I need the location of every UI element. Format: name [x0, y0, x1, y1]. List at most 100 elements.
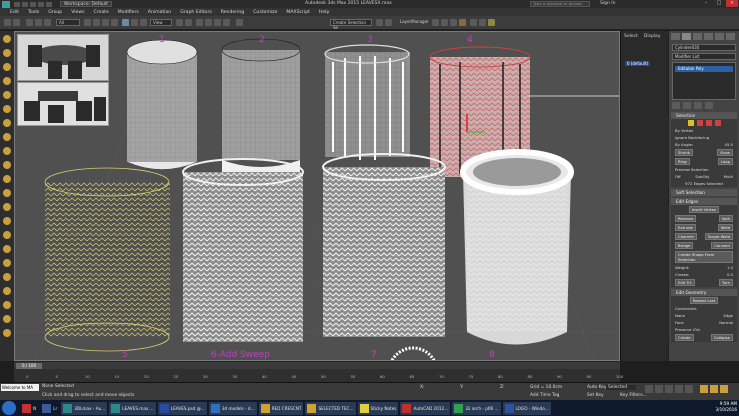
- edit-edges-header[interactable]: Edit Edges: [671, 198, 737, 205]
- remove-button[interactable]: Remove: [675, 215, 697, 222]
- tool-orb-icon[interactable]: [3, 287, 11, 295]
- modify-tab-icon[interactable]: [682, 33, 691, 40]
- app-logo-icon[interactable]: [2, 0, 10, 8]
- next-frame-icon[interactable]: [675, 385, 683, 393]
- menu-views[interactable]: Views: [71, 10, 84, 15]
- tool-orb-icon[interactable]: [3, 203, 11, 211]
- edit-named-selection-icon[interactable]: [236, 19, 243, 26]
- pivot-center-icon[interactable]: [176, 19, 183, 26]
- tool-orb-icon[interactable]: [3, 105, 11, 113]
- tool-orb-icon[interactable]: [3, 273, 11, 281]
- key-filters-button[interactable]: Key Filters...: [620, 393, 647, 398]
- constraint-face-radio[interactable]: Face: [675, 320, 684, 325]
- collapse-button[interactable]: Collapse: [710, 334, 733, 341]
- start-button-icon[interactable]: [2, 401, 16, 415]
- soft-selection-header[interactable]: Soft Selection: [671, 189, 737, 196]
- display-tab-icon[interactable]: [715, 33, 724, 40]
- taskbar-item[interactable]: LOGO - Windo...: [502, 401, 551, 415]
- go-to-end-icon[interactable]: [685, 385, 693, 393]
- link-icon[interactable]: [26, 19, 33, 26]
- save-file-icon[interactable]: [30, 1, 36, 7]
- taskbar-item[interactable]: Sticky Notes: [357, 401, 399, 415]
- tool-orb-icon[interactable]: [3, 49, 11, 57]
- material-editor-icon[interactable]: [459, 19, 466, 26]
- taskbar-item[interactable]: 32 arch - p06 ...: [452, 401, 501, 415]
- cylinder-object-1[interactable]: [126, 39, 198, 170]
- play-icon[interactable]: [665, 385, 673, 393]
- border-mode-icon[interactable]: [705, 120, 712, 126]
- undo-icon[interactable]: [38, 1, 44, 7]
- curve-editor-icon[interactable]: [441, 19, 448, 26]
- shrink-button[interactable]: Shrink: [675, 149, 694, 156]
- reference-coordinate-dropdown[interactable]: View: [150, 19, 172, 26]
- tool-orb-icon[interactable]: [3, 175, 11, 183]
- snap-toggle-icon[interactable]: [196, 19, 203, 26]
- taskbar-item[interactable]: Lr: [40, 402, 59, 415]
- angle-snap-icon[interactable]: [205, 19, 212, 26]
- undo-tool-icon[interactable]: [4, 19, 11, 26]
- redo-icon[interactable]: [46, 1, 52, 7]
- track-bar[interactable]: 0 5 10 15 20 25 30 35 40 45 50 55 60 65 70 75 80 85 90 95 10…: [14, 369, 623, 382]
- menu-create[interactable]: Create: [94, 10, 109, 15]
- render-setup-icon[interactable]: [470, 19, 477, 26]
- vertex-mode-icon[interactable]: [687, 120, 694, 126]
- menu-modifiers[interactable]: Modifiers: [118, 10, 139, 15]
- unlink-icon[interactable]: [35, 19, 42, 26]
- rendered-frame-icon[interactable]: [479, 19, 486, 26]
- weld-button[interactable]: Weld: [717, 224, 733, 231]
- crease-spinner[interactable]: 0.0: [727, 272, 733, 277]
- by-angle-checkbox[interactable]: By Angle:: [675, 142, 693, 147]
- selection-filter-dropdown[interactable]: All: [56, 19, 80, 26]
- preserve-uvs-checkbox[interactable]: Preserve UVs: [675, 327, 700, 332]
- create-tab-icon[interactable]: [671, 33, 680, 40]
- select-by-name-icon[interactable]: [93, 19, 100, 26]
- tool-orb-icon[interactable]: [3, 231, 11, 239]
- scale-icon[interactable]: [140, 19, 147, 26]
- schematic-view-icon[interactable]: [450, 19, 457, 26]
- taskbar-item[interactable]: N: [20, 402, 38, 415]
- spinner-snap-icon[interactable]: [223, 19, 230, 26]
- loop-button[interactable]: Loop: [717, 158, 733, 165]
- select-object-icon[interactable]: [84, 19, 91, 26]
- go-to-start-icon[interactable]: [645, 385, 653, 393]
- maxscript-listener[interactable]: Welcome to MA: [1, 384, 39, 391]
- create-button[interactable]: Create: [675, 334, 694, 341]
- cylinder-object-8[interactable]: [460, 149, 574, 345]
- window-crossing-icon[interactable]: [111, 19, 118, 26]
- tool-orb-icon[interactable]: [3, 133, 11, 141]
- menu-tools[interactable]: Tools: [28, 10, 39, 15]
- add-time-tag-button[interactable]: Add Time Tag: [530, 393, 559, 398]
- constraint-edge-radio[interactable]: Edge: [723, 313, 733, 318]
- taskbar-item[interactable]: LEAVES.max ...: [109, 401, 156, 415]
- split-button[interactable]: Split: [718, 215, 733, 222]
- system-clock[interactable]: 9:59 AM 3/10/2016: [716, 401, 737, 413]
- tool-orb-icon[interactable]: [3, 91, 11, 99]
- tool-orb-icon[interactable]: [3, 161, 11, 169]
- ignore-backfacing-checkbox[interactable]: Ignore Backfacing: [675, 135, 709, 140]
- taskbar-item[interactable]: LEAVES.psd @...: [157, 401, 207, 415]
- select-manipulate-icon[interactable]: [185, 19, 192, 26]
- taskbar-item[interactable]: SELECTED TEC...: [305, 401, 356, 415]
- by-angle-value[interactable]: 45.0: [725, 142, 733, 147]
- taskbar-item[interactable]: RED CRESCNT: [258, 401, 304, 415]
- repeat-last-button[interactable]: Repeat Last: [689, 297, 719, 304]
- tool-orb-icon[interactable]: [3, 147, 11, 155]
- constraint-normal-radio[interactable]: Normal: [719, 320, 733, 325]
- cylinder-object-5[interactable]: [44, 167, 170, 352]
- rotate-icon[interactable]: [131, 19, 138, 26]
- bridge-button[interactable]: Bridge: [675, 242, 694, 249]
- cylinder-object-7[interactable]: [322, 153, 446, 337]
- key-mode-dropdown[interactable]: Selected: [606, 385, 636, 390]
- target-weld-button[interactable]: Target Weld: [704, 233, 733, 240]
- menu-help[interactable]: Help: [319, 10, 329, 15]
- menu-customize[interactable]: Customize: [253, 10, 277, 15]
- preview-off-radio[interactable]: Off: [675, 174, 681, 179]
- modifier-list-dropdown[interactable]: Modifier List: [672, 53, 736, 60]
- utilities-tab-icon[interactable]: [726, 33, 735, 40]
- graphite-toggle-icon[interactable]: [432, 19, 439, 26]
- remove-modifier-icon[interactable]: [705, 102, 713, 109]
- time-slider-bar[interactable]: 0 / 100: [14, 361, 620, 369]
- auto-key-button[interactable]: Auto Key: [587, 385, 607, 390]
- hierarchy-tab-icon[interactable]: [693, 33, 702, 40]
- tool-orb-icon[interactable]: [3, 259, 11, 267]
